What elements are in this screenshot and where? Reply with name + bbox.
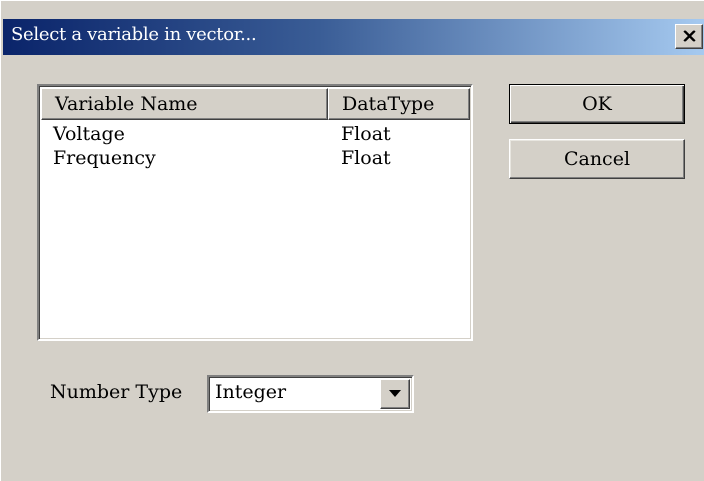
dropdown-button[interactable] [380, 379, 410, 409]
ok-button[interactable]: OK [509, 84, 685, 124]
variable-name: Frequency [53, 147, 156, 169]
cancel-button[interactable]: Cancel [509, 139, 685, 179]
variable-list[interactable]: Variable Name DataType Voltage Float Fre… [37, 84, 473, 341]
list-header: Variable Name DataType [41, 88, 470, 122]
variable-datatype: Float [341, 147, 391, 169]
number-type-select[interactable]: Integer [207, 375, 414, 413]
window-title: Select a variable in vector... [11, 24, 257, 45]
close-icon [683, 30, 696, 42]
list-item[interactable]: Voltage Float [41, 122, 461, 146]
variable-name: Voltage [53, 123, 125, 145]
number-type-label: Number Type [50, 381, 183, 403]
list-item[interactable]: Frequency Float [41, 146, 461, 170]
title-bar[interactable]: Select a variable in vector... [3, 19, 704, 55]
column-header-datatype[interactable]: DataType [328, 88, 470, 120]
column-header-variable-name[interactable]: Variable Name [41, 88, 328, 120]
chevron-down-icon [389, 390, 401, 397]
close-button[interactable] [675, 24, 703, 49]
variable-datatype: Float [341, 123, 391, 145]
select-variable-dialog: Select a variable in vector... Variable … [0, 0, 704, 481]
number-type-value: Integer [215, 381, 287, 403]
